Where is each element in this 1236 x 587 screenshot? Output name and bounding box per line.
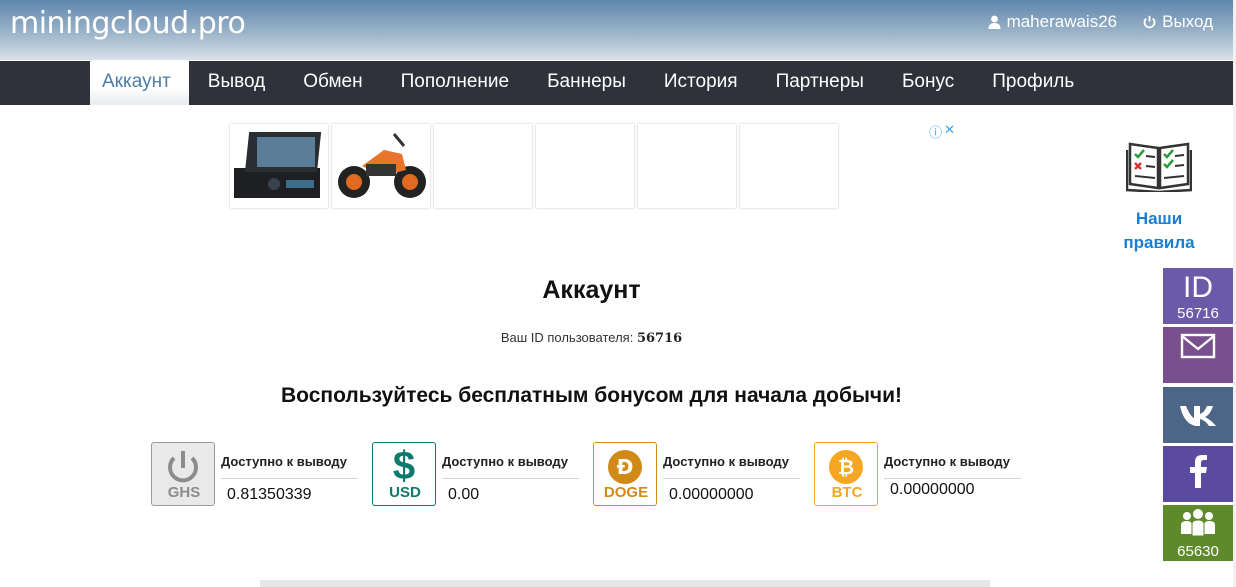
- nav-item-partners[interactable]: Партнеры: [757, 61, 883, 105]
- nav-item-banners[interactable]: Баннеры: [528, 61, 645, 105]
- ad-tile[interactable]: [740, 124, 838, 208]
- vk-icon: [1180, 406, 1216, 426]
- svg-text:Đ: Đ: [617, 455, 634, 479]
- page-title: Аккаунт: [542, 276, 641, 304]
- btc-available-label: Доступно к выводу: [884, 454, 1011, 469]
- ad-tile[interactable]: [536, 124, 634, 208]
- ad-close-icon[interactable]: ✕: [944, 122, 955, 141]
- ghs-available-label: Доступно к выводу: [221, 454, 348, 469]
- ad-tile[interactable]: [638, 124, 736, 208]
- nav-item-account[interactable]: Аккаунт: [90, 61, 189, 105]
- ghs-power-icon: GHS: [151, 442, 215, 506]
- bottom-ad-banner[interactable]: [260, 580, 990, 587]
- nav-item-deposit[interactable]: Пополнение: [382, 61, 528, 105]
- rules-label-1[interactable]: Наши: [1118, 207, 1200, 231]
- bonus-heading[interactable]: Воспользуйтесь бесплатным бонусом для на…: [0, 384, 1183, 408]
- doge-balance: 0.00000000: [669, 486, 754, 503]
- ad-banner[interactable]: ⓘ ✕: [230, 122, 955, 210]
- rules-book-icon: [1125, 142, 1193, 194]
- facebook-button[interactable]: [1163, 446, 1233, 502]
- usd-code: USD: [389, 484, 421, 501]
- ad-info-icon[interactable]: ⓘ: [929, 122, 942, 141]
- nav-item-exchange[interactable]: Обмен: [284, 61, 381, 105]
- usd-balance: 0.00: [448, 486, 480, 503]
- facebook-icon: [1190, 455, 1207, 488]
- usd-dollar-icon: $ USD: [372, 442, 436, 506]
- nav-item-withdraw[interactable]: Вывод: [189, 61, 284, 105]
- ad-controls: ⓘ ✕: [929, 122, 955, 141]
- user-box: maherawais26 Выход: [988, 12, 1213, 32]
- rules-label-2[interactable]: правила: [1118, 231, 1200, 255]
- btc-code: BTC: [831, 484, 863, 501]
- divider: [884, 478, 1021, 479]
- nav-item-profile[interactable]: Профиль: [973, 61, 1093, 105]
- doge-available-label: Доступно к выводу: [663, 454, 790, 469]
- id-badge-number: 56716: [1177, 305, 1219, 322]
- partners-count: 65630: [1177, 543, 1219, 560]
- logout-link[interactable]: Выход: [1162, 12, 1213, 32]
- nav-item-history[interactable]: История: [645, 61, 757, 105]
- car-stereo-image: [234, 132, 322, 198]
- btc-balance: 0.00000000: [890, 481, 975, 498]
- username-link[interactable]: maherawais26: [1007, 12, 1118, 32]
- doge-code: DOGE: [603, 484, 649, 501]
- rules-link[interactable]: Наши правила: [1118, 136, 1200, 255]
- ghs-code: GHS: [167, 484, 201, 501]
- user-id-label: Ваш ID пользователя:: [500, 330, 634, 345]
- site-logo[interactable]: miningcloud.pro: [10, 6, 246, 41]
- motorcycle-image: [338, 133, 426, 198]
- svg-text:₿: ₿: [838, 455, 854, 479]
- doge-coin-icon: Đ DOGE: [593, 442, 657, 506]
- usd-available-label: Доступно к выводу: [442, 454, 569, 469]
- top-header: miningcloud.pro maherawais26 Выход: [0, 0, 1233, 60]
- partners-button[interactable]: 65630: [1163, 505, 1233, 561]
- mail-icon: [1180, 333, 1216, 359]
- user-id-value: 56716: [636, 331, 683, 346]
- divider: [663, 478, 800, 479]
- ad-tile[interactable]: [434, 124, 532, 208]
- divider: [221, 478, 358, 479]
- main-nav: Аккаунт Вывод Обмен Пополнение Баннеры И…: [0, 61, 1233, 105]
- ghs-balance: 0.81350339: [227, 486, 312, 503]
- divider: [442, 478, 579, 479]
- partners-icon: [1181, 509, 1215, 537]
- user-icon: [988, 15, 1001, 29]
- power-icon: [1143, 15, 1156, 29]
- nav-item-bonus[interactable]: Бонус: [883, 61, 973, 105]
- ad-tile-motorcycle[interactable]: [332, 124, 430, 208]
- user-id-line: Ваш ID пользователя: 56716: [0, 330, 1183, 346]
- btc-coin-icon: ₿ BTC: [814, 442, 878, 506]
- ad-tile-car-stereo[interactable]: [230, 124, 328, 208]
